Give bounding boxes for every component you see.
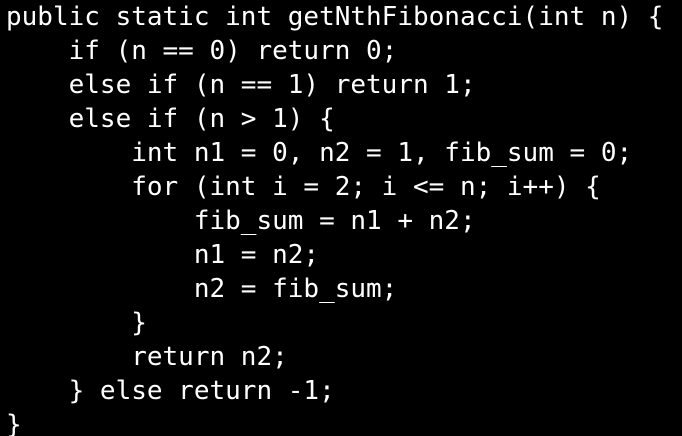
code-editor[interactable]: public static int getNthFibonacci(int n)… <box>0 0 682 436</box>
code-line: if (n == 0) return 0; <box>6 36 398 66</box>
code-block: public static int getNthFibonacci(int n)… <box>6 0 682 436</box>
code-line: else if (n > 1) { <box>6 104 335 134</box>
code-line: n1 = n2; <box>6 240 320 270</box>
code-line: for (int i = 2; i <= n; i++) { <box>6 172 601 202</box>
code-line: n2 = fib_sum; <box>6 274 398 304</box>
code-line: public static int getNthFibonacci(int n)… <box>6 2 664 32</box>
code-line: return n2; <box>6 342 288 372</box>
code-line: int n1 = 0, n2 = 1, fib_sum = 0; <box>6 138 633 168</box>
code-line: } else return -1; <box>6 376 335 406</box>
code-line: else if (n == 1) return 1; <box>6 70 476 100</box>
code-line: } <box>6 308 147 338</box>
code-line: fib_sum = n1 + n2; <box>6 206 476 236</box>
code-line: } <box>6 410 22 436</box>
